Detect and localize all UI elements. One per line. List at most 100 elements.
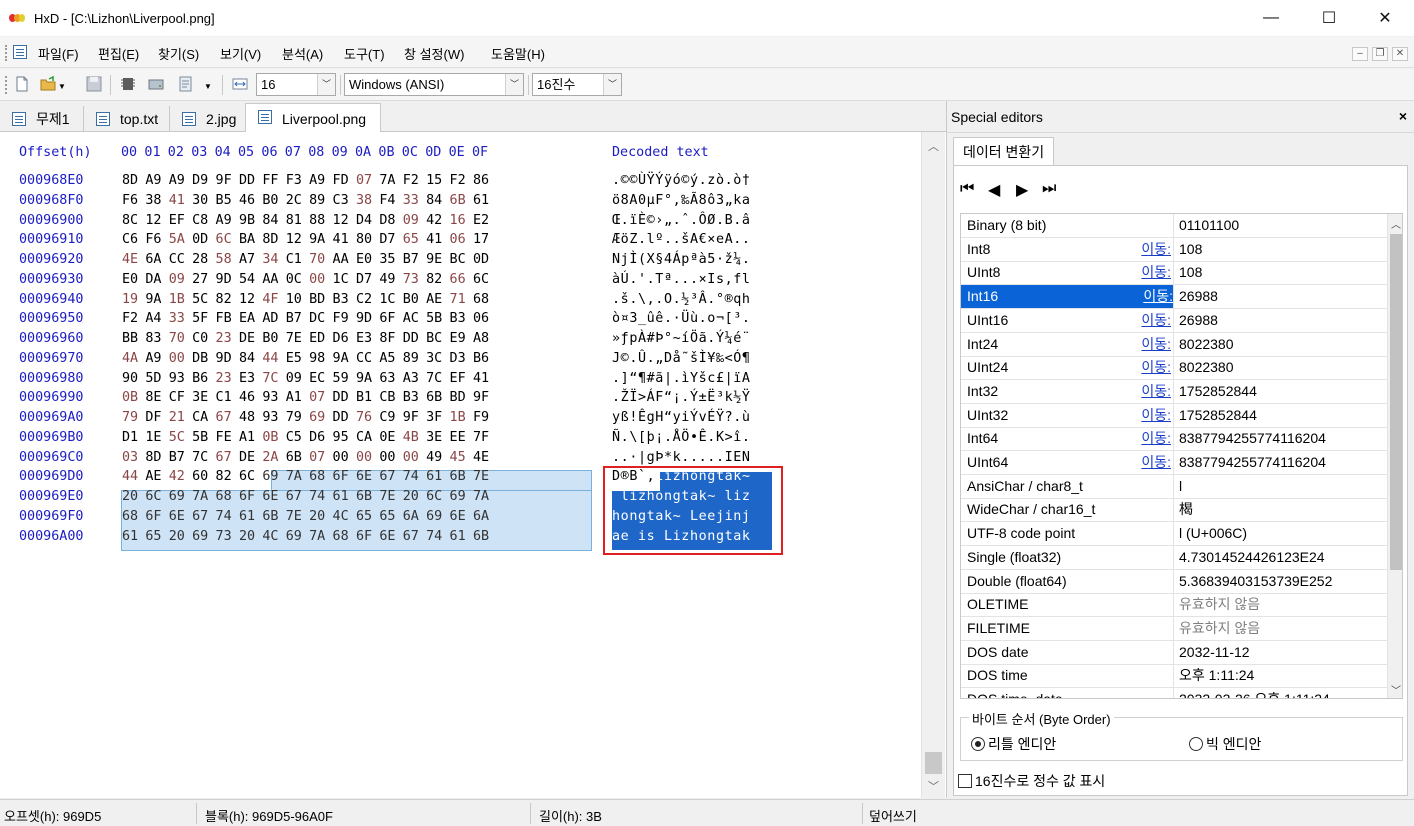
hex-byte[interactable]: 65 [352,509,376,524]
hex-byte[interactable]: 79 [118,410,142,425]
inspector-value[interactable]: 108 [1173,237,1387,261]
hex-byte[interactable]: 4E [118,252,142,267]
hex-byte[interactable]: 98 [305,351,329,366]
scroll-down-icon[interactable]: ﹀ [1388,682,1402,698]
inspector-scrollbar[interactable]: ︿ ﹀ [1387,214,1402,698]
little-endian-radio[interactable]: 리틀 엔디안 [971,734,1056,754]
hex-byte[interactable]: EF [446,371,470,386]
offset-base-select[interactable]: 16진수 ﹀ [532,73,622,96]
big-endian-radio[interactable]: 빅 엔디안 [1189,734,1261,754]
hex-byte[interactable]: 83 [141,331,165,346]
hex-byte[interactable]: 20 [399,489,423,504]
hex-byte[interactable]: 68 [329,529,353,544]
hex-byte[interactable]: CC [352,351,376,366]
hex-byte[interactable]: 7E [282,331,306,346]
hex-byte[interactable]: B0 [258,331,282,346]
properties-dropdown-arrow[interactable]: ▼ [204,82,212,91]
inspector-row[interactable]: DOS date 2032-11-12 [961,640,1387,665]
hex-byte[interactable]: 23 [212,331,236,346]
hex-byte[interactable]: 76 [352,410,376,425]
hex-byte[interactable]: DC [305,311,329,326]
hex-byte[interactable]: 38 [141,193,165,208]
hex-byte[interactable]: 20 [305,509,329,524]
hex-byte[interactable]: A4 [141,311,165,326]
hex-byte[interactable]: 84 [235,351,259,366]
goto-link[interactable]: 이동: [1135,333,1171,356]
hex-byte[interactable]: 4B [399,430,423,445]
hex-byte[interactable]: F6 [141,232,165,247]
hex-byte[interactable]: 69 [188,529,212,544]
hex-byte[interactable]: 67 [212,410,236,425]
hex-byte[interactable]: 7A [282,469,306,484]
hex-byte[interactable]: 0E [375,430,399,445]
hex-byte[interactable]: 8D [258,232,282,247]
hex-byte[interactable]: 45 [446,450,470,465]
hex-byte[interactable]: 6C [469,272,493,287]
inspector-row[interactable]: Int8 이동: 108 [961,237,1387,262]
hex-byte[interactable]: 8F [375,331,399,346]
hex-byte[interactable]: 58 [212,252,236,267]
hex-byte[interactable]: A1 [235,430,259,445]
hex-byte[interactable]: 81 [282,213,306,228]
hex-byte[interactable]: DE [235,331,259,346]
hex-byte[interactable]: 0D [469,252,493,267]
hex-byte[interactable]: 69 [446,489,470,504]
file-properties-icon[interactable] [178,76,194,92]
hex-byte[interactable]: 7A [469,489,493,504]
hex-byte[interactable]: 93 [165,371,189,386]
first-icon[interactable]: ⏮ [960,180,974,198]
hex-byte[interactable]: 0B [258,430,282,445]
hex-byte[interactable]: D1 [118,430,142,445]
hex-byte[interactable]: 6C [141,489,165,504]
hex-byte[interactable]: 6A [399,509,423,524]
inspector-row[interactable]: WideChar / char16_t 楬 [961,498,1387,523]
hex-byte[interactable]: 7C [188,450,212,465]
hex-byte[interactable]: A1 [282,390,306,405]
hex-byte[interactable]: F6 [118,193,142,208]
hex-byte[interactable]: 69 [422,509,446,524]
hex-byte[interactable]: 09 [282,371,306,386]
hex-byte[interactable]: 74 [212,509,236,524]
hex-byte[interactable]: 00 [305,272,329,287]
hex-byte[interactable]: 6F [352,529,376,544]
decoded-text[interactable]: ò¤3_ûê.·Üù.o¬[³. [612,311,751,326]
menu-item[interactable]: 창 설정(W) [404,44,464,63]
hex-byte[interactable]: EA [235,311,259,326]
menu-item[interactable]: 파일(F) [38,44,79,63]
hex-byte[interactable]: AE [141,469,165,484]
goto-link[interactable]: 이동: [1135,427,1171,450]
hex-byte[interactable]: 9B [235,213,259,228]
decoded-text[interactable]: ..·|gÞ*k.....IEN [612,450,751,465]
hex-byte[interactable]: D3 [446,351,470,366]
inspector-row[interactable]: OLETIME 유효하지 않음 [961,593,1387,618]
hex-byte[interactable]: 44 [118,469,142,484]
inspector-value[interactable]: 오후 1:11:24 [1173,664,1387,688]
hex-byte[interactable]: 15 [422,173,446,188]
hex-byte[interactable]: A9 [141,351,165,366]
hex-byte[interactable]: 09 [165,272,189,287]
hex-byte[interactable]: 2A [258,450,282,465]
hex-byte[interactable]: 48 [235,410,259,425]
decoded-text[interactable]: yß!ÊgH“yiÝvÉŸ?.ù [612,410,751,425]
inspector-value[interactable]: 2032-03-26 오후 1:11:24 [1173,688,1387,698]
decoded-text[interactable]: .ŽÏ>ÁF“¡.Ý±Ë³k½Ÿ [612,390,751,405]
menu-item[interactable]: 도움말(H) [491,44,545,63]
chevron-down-icon[interactable]: ﹀ [317,74,335,95]
hex-byte[interactable]: 9F [469,390,493,405]
hex-byte[interactable]: 6E [446,509,470,524]
inspector-row[interactable]: Int24 이동: 8022380 [961,332,1387,357]
hex-byte[interactable]: DD [399,331,423,346]
inspector-row[interactable]: DOS time_date 2032-03-26 오후 1:11:24 [961,688,1387,698]
scroll-down-icon[interactable]: ﹀ [922,778,945,796]
hex-byte[interactable]: F2 [118,311,142,326]
hex-byte[interactable]: 1E [141,430,165,445]
hex-byte[interactable]: 1B [165,292,189,307]
hex-byte[interactable]: 6F [235,489,259,504]
inspector-value[interactable]: 01101100 [1173,214,1387,237]
hex-byte[interactable]: 9A [329,351,353,366]
tab-data-inspector[interactable]: 데이터 변환기 [953,137,1055,166]
hex-byte[interactable]: 35 [375,252,399,267]
open-folder-icon[interactable] [40,76,56,92]
hex-byte[interactable]: F4 [375,193,399,208]
hex-byte[interactable]: 1C [329,272,353,287]
